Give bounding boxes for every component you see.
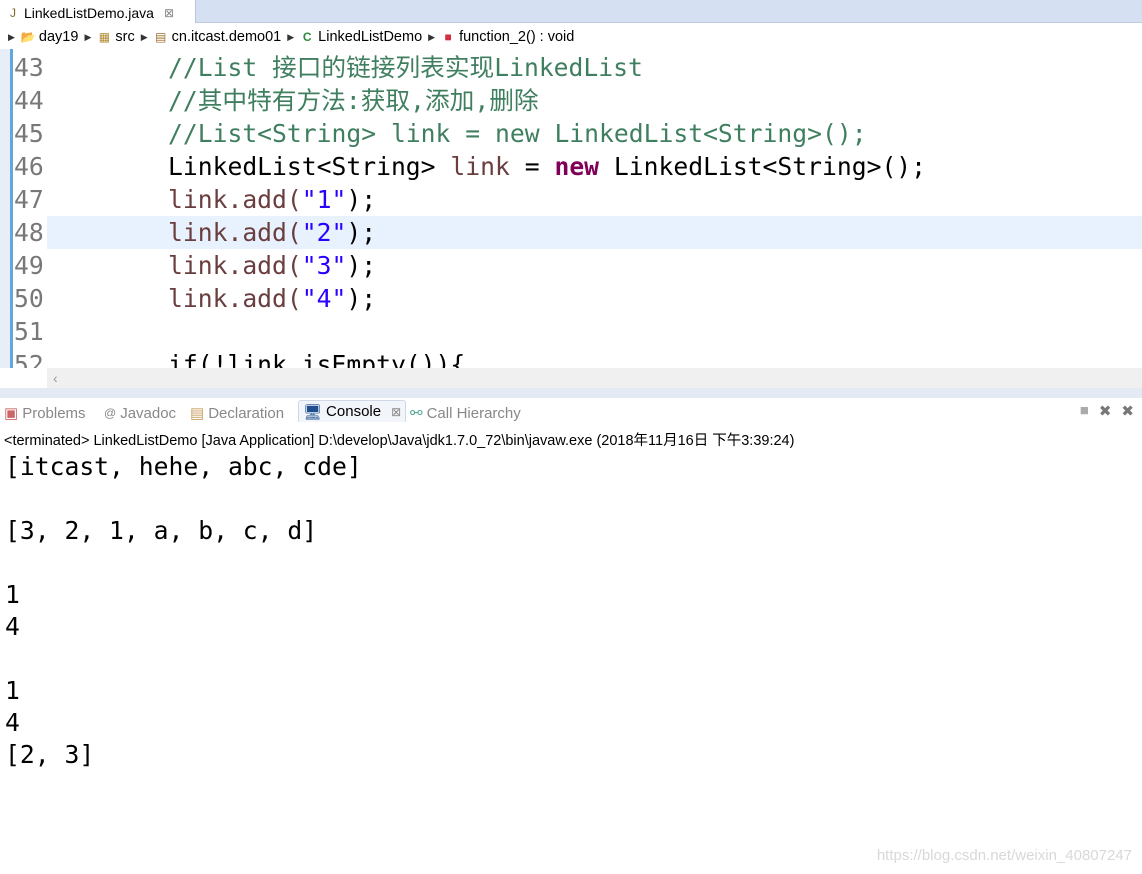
source-folder-icon: ▦ bbox=[98, 30, 111, 44]
code-line: 47 link.add("1"); bbox=[0, 183, 1142, 216]
tab-label: Javadoc bbox=[120, 404, 177, 422]
console-icon: 🖥 bbox=[303, 403, 323, 421]
tab-label: Console bbox=[326, 403, 382, 420]
close-tab-icon[interactable]: ⊠ bbox=[164, 6, 174, 20]
code-token: "1" bbox=[301, 185, 347, 214]
code-token: LinkedList<String>(); bbox=[599, 152, 927, 181]
line-number: 48 bbox=[14, 218, 44, 247]
line-number: 52 bbox=[14, 350, 44, 368]
code-line: 51 bbox=[0, 315, 1142, 348]
console-output[interactable]: [itcast, hehe, abc, cde] [3, 2, 1, a, b,… bbox=[5, 451, 362, 771]
code-token: "3" bbox=[301, 251, 347, 280]
line-number: 50 bbox=[14, 284, 44, 313]
code-line: 52 if(!link.isEmpty()){ bbox=[0, 348, 1142, 368]
terminate-icon[interactable]: ■ bbox=[1080, 402, 1089, 420]
code-text: link.add("1"); bbox=[168, 183, 376, 216]
tab-declaration[interactable]: ▤ Declaration bbox=[190, 402, 284, 424]
code-token: link.add( bbox=[168, 218, 302, 247]
class-icon: C bbox=[302, 30, 312, 44]
editor-tab-title: LinkedListDemo.java bbox=[24, 4, 154, 21]
code-token: "2" bbox=[301, 218, 347, 247]
javadoc-icon: @ bbox=[104, 406, 117, 420]
close-tab-icon[interactable]: ⊠ bbox=[391, 405, 401, 419]
code-line: 48 link.add("2"); bbox=[0, 216, 1142, 249]
line-number: 44 bbox=[14, 86, 44, 115]
call-hierarchy-icon: ⚯ bbox=[410, 405, 423, 422]
code-token: ); bbox=[346, 251, 377, 280]
line-number: 51 bbox=[14, 317, 44, 346]
console-toolbar: ■ ✖ ✖ bbox=[1080, 402, 1134, 420]
code-token: link.add( bbox=[168, 284, 302, 313]
line-number: 49 bbox=[14, 251, 44, 280]
code-line: 49 link.add("3"); bbox=[0, 249, 1142, 282]
code-line: 45 //List<String> link = new LinkedList<S… bbox=[0, 117, 1142, 150]
project-icon: 📂 bbox=[20, 30, 36, 44]
editor-tab[interactable]: J LinkedListDemo.java ⊠ bbox=[0, 0, 196, 23]
code-text: if(!link.isEmpty()){ bbox=[168, 350, 466, 368]
code-token: new bbox=[554, 152, 600, 181]
remove-launch-icon[interactable]: ✖ bbox=[1099, 402, 1112, 420]
code-line: 43 //List 接口的链接列表实现LinkedList bbox=[0, 51, 1142, 84]
horizontal-scrollbar[interactable]: ‹ bbox=[47, 368, 1142, 388]
code-line: 44 //其中特有方法:获取,添加,删除 bbox=[0, 84, 1142, 117]
code-token: link bbox=[450, 152, 510, 181]
code-token: LinkedList<String> bbox=[168, 152, 451, 181]
code-token: ); bbox=[346, 218, 377, 247]
line-number: 47 bbox=[14, 185, 44, 214]
code-line: 50 link.add("4"); bbox=[0, 282, 1142, 315]
breadcrumb-class[interactable]: LinkedListDemo bbox=[318, 29, 422, 45]
line-number: 43 bbox=[14, 53, 44, 82]
watermark: https://blog.csdn.net/weixin_40807247 bbox=[876, 847, 1132, 864]
code-token: "4" bbox=[301, 284, 347, 313]
chevron-right-icon: ▶ bbox=[8, 31, 15, 42]
scroll-left-icon[interactable]: ‹ bbox=[53, 370, 58, 386]
code-text: //List 接口的链接列表实现LinkedList bbox=[168, 53, 643, 82]
code-token: ); bbox=[346, 284, 377, 313]
code-text: LinkedList<String> link = new LinkedList… bbox=[168, 152, 927, 181]
breadcrumb-method[interactable]: function_2() : void bbox=[459, 29, 574, 45]
breadcrumb-src[interactable]: src bbox=[115, 29, 134, 45]
code-token: link.add( bbox=[168, 185, 302, 214]
breadcrumb: ▶ 📂 day19 ▶ ▦ src ▶ ▤ cn.itcast.demo01 ▶… bbox=[0, 25, 1142, 49]
code-text: link.add("2"); bbox=[168, 216, 376, 249]
chevron-right-icon: ▶ bbox=[84, 31, 92, 42]
breadcrumb-package[interactable]: cn.itcast.demo01 bbox=[172, 29, 282, 45]
declaration-icon: ▤ bbox=[190, 405, 205, 422]
code-text: //其中特有方法:获取,添加,删除 bbox=[168, 86, 539, 115]
tab-label: Call Hierarchy bbox=[426, 404, 521, 422]
console-status: <terminated> LinkedListDemo [Java Applic… bbox=[4, 433, 795, 449]
tab-problems[interactable]: ▣ Problems bbox=[4, 402, 86, 424]
tab-console[interactable]: 🖥 Console ⊠ bbox=[298, 400, 407, 422]
code-text: link.add("3"); bbox=[168, 249, 376, 282]
code-text: //List<String> link = new LinkedList<Str… bbox=[168, 119, 867, 148]
sash[interactable] bbox=[0, 388, 1142, 398]
line-number: 46 bbox=[14, 152, 44, 181]
breadcrumb-project[interactable]: day19 bbox=[39, 29, 79, 45]
tab-javadoc[interactable]: @ Javadoc bbox=[104, 402, 176, 424]
chevron-right-icon: ▶ bbox=[287, 31, 295, 42]
panel-tab-bar: ▣ Problems @ Javadoc ▤ Declaration 🖥 Console… bbox=[0, 398, 1142, 425]
tab-label: Problems bbox=[22, 404, 86, 422]
code-editor[interactable]: 43 //List 接口的链接列表实现LinkedList 44 //其中特有方法:… bbox=[0, 49, 1142, 368]
line-number: 45 bbox=[14, 119, 44, 148]
chevron-right-icon: ▶ bbox=[140, 31, 148, 42]
code-text: link.add("4"); bbox=[168, 282, 376, 315]
tab-call-hierarchy[interactable]: ⚯ Call Hierarchy bbox=[410, 402, 521, 424]
chevron-right-icon: ▶ bbox=[428, 31, 436, 42]
editor-tab-bar: J LinkedListDemo.java ⊠ bbox=[0, 0, 1142, 23]
code-token: link.add( bbox=[168, 251, 302, 280]
code-token: ); bbox=[346, 185, 377, 214]
tab-label: Declaration bbox=[208, 404, 285, 422]
remove-all-terminated-icon[interactable]: ✖ bbox=[1121, 402, 1134, 420]
java-file-icon: J bbox=[10, 5, 16, 20]
problems-icon: ▣ bbox=[4, 405, 19, 422]
package-icon: ▤ bbox=[154, 30, 167, 44]
code-line: 46 LinkedList<String> link = new LinkedLi… bbox=[0, 150, 1142, 183]
static-method-icon: ■ bbox=[444, 30, 452, 44]
